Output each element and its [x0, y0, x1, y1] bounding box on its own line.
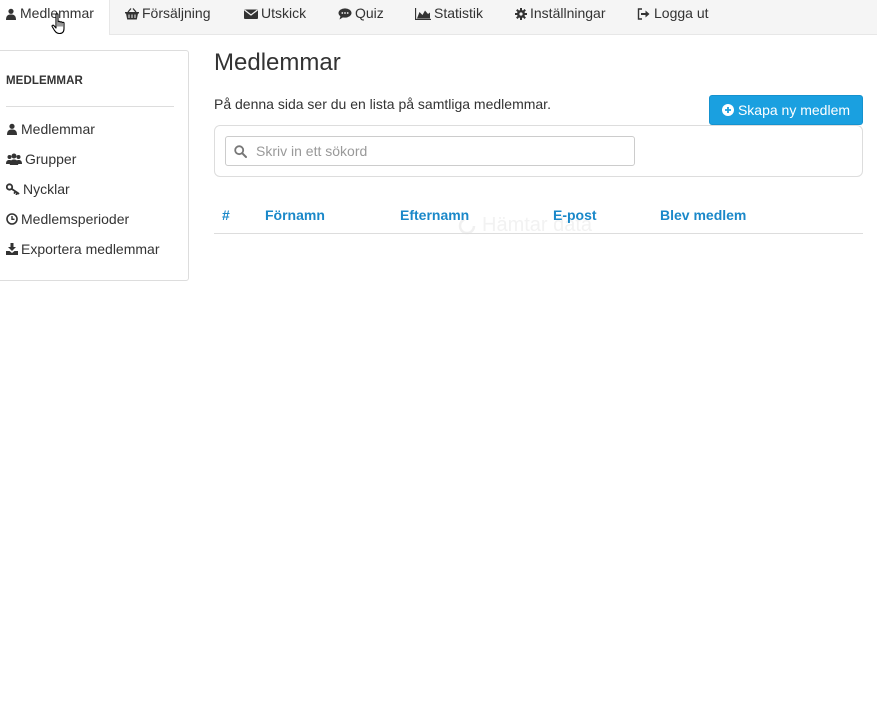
envelope-icon: [244, 9, 258, 19]
nav-label: Quiz: [355, 5, 384, 21]
sidebar-item-nycklar[interactable]: Nycklar: [6, 181, 70, 197]
nav-item-medlemmar[interactable]: Medlemmar: [0, 0, 110, 35]
column-header-number[interactable]: #: [222, 207, 230, 223]
sidebar-item-label: Exportera medlemmar: [21, 241, 160, 257]
gear-icon: [515, 8, 527, 20]
top-navigation: Medlemmar Försäljning Utskick Quiz Stati…: [0, 0, 877, 35]
nav-item-statistik[interactable]: Statistik: [415, 0, 483, 34]
sidebar-divider: [6, 106, 174, 107]
nav-label: Medlemmar: [20, 5, 94, 21]
column-header-blev-medlem[interactable]: Blev medlem: [660, 207, 746, 223]
user-icon: [6, 8, 16, 20]
users-icon: [6, 153, 22, 165]
basket-icon: [125, 8, 139, 20]
area-chart-icon: [415, 8, 431, 20]
nav-item-logga-ut[interactable]: Logga ut: [637, 0, 709, 34]
sidebar-item-grupper[interactable]: Grupper: [6, 151, 76, 167]
nav-label: Utskick: [261, 5, 307, 21]
sidebar-item-exportera[interactable]: Exportera medlemmar: [6, 241, 160, 257]
sign-out-icon: [637, 8, 650, 20]
sidebar-heading: MEDLEMMAR: [6, 75, 83, 87]
sidebar-item-label: Nycklar: [23, 181, 70, 197]
page-description: På denna sida ser du en lista på samtlig…: [214, 96, 551, 112]
column-header-epost[interactable]: E-post: [553, 207, 597, 223]
comment-icon: [338, 8, 352, 20]
nav-item-installningar[interactable]: Inställningar: [515, 0, 606, 34]
nav-label: Försäljning: [142, 5, 211, 21]
user-icon: [7, 123, 17, 135]
nav-label: Inställningar: [530, 5, 606, 21]
plus-circle-icon: [721, 104, 734, 116]
key-icon: [6, 183, 20, 195]
create-member-button[interactable]: Skapa ny medlem: [709, 95, 863, 125]
search-input[interactable]: [225, 136, 635, 166]
create-member-label: Skapa ny medlem: [737, 102, 851, 118]
sidebar-item-label: Medlemsperioder: [21, 211, 130, 227]
sidebar-item-label: Medlemmar: [21, 121, 95, 137]
nav-item-utskick[interactable]: Utskick: [244, 0, 306, 34]
nav-item-forsaljning[interactable]: Försäljning: [125, 0, 210, 34]
sidebar-item-medlemmar[interactable]: Medlemmar: [6, 121, 95, 137]
nav-item-quiz[interactable]: Quiz: [338, 0, 384, 34]
nav-label: Statistik: [434, 5, 484, 21]
page-title: Medlemmar: [214, 49, 341, 76]
search-panel: [214, 125, 863, 177]
download-icon: [6, 243, 18, 255]
sidebar-item-label: Grupper: [25, 151, 77, 167]
sidebar-item-medlemsperioder[interactable]: Medlemsperioder: [6, 211, 129, 227]
sidebar: MEDLEMMAR Medlemmar Grupper Nycklar Medl…: [0, 50, 189, 281]
nav-label: Logga ut: [654, 5, 709, 21]
column-header-efternamn[interactable]: Efternamn: [400, 207, 469, 223]
members-table-header: # Förnamn Efternamn E-post Blev medlem: [214, 198, 863, 234]
clock-icon: [6, 213, 18, 225]
column-header-fornamn[interactable]: Förnamn: [265, 207, 325, 223]
